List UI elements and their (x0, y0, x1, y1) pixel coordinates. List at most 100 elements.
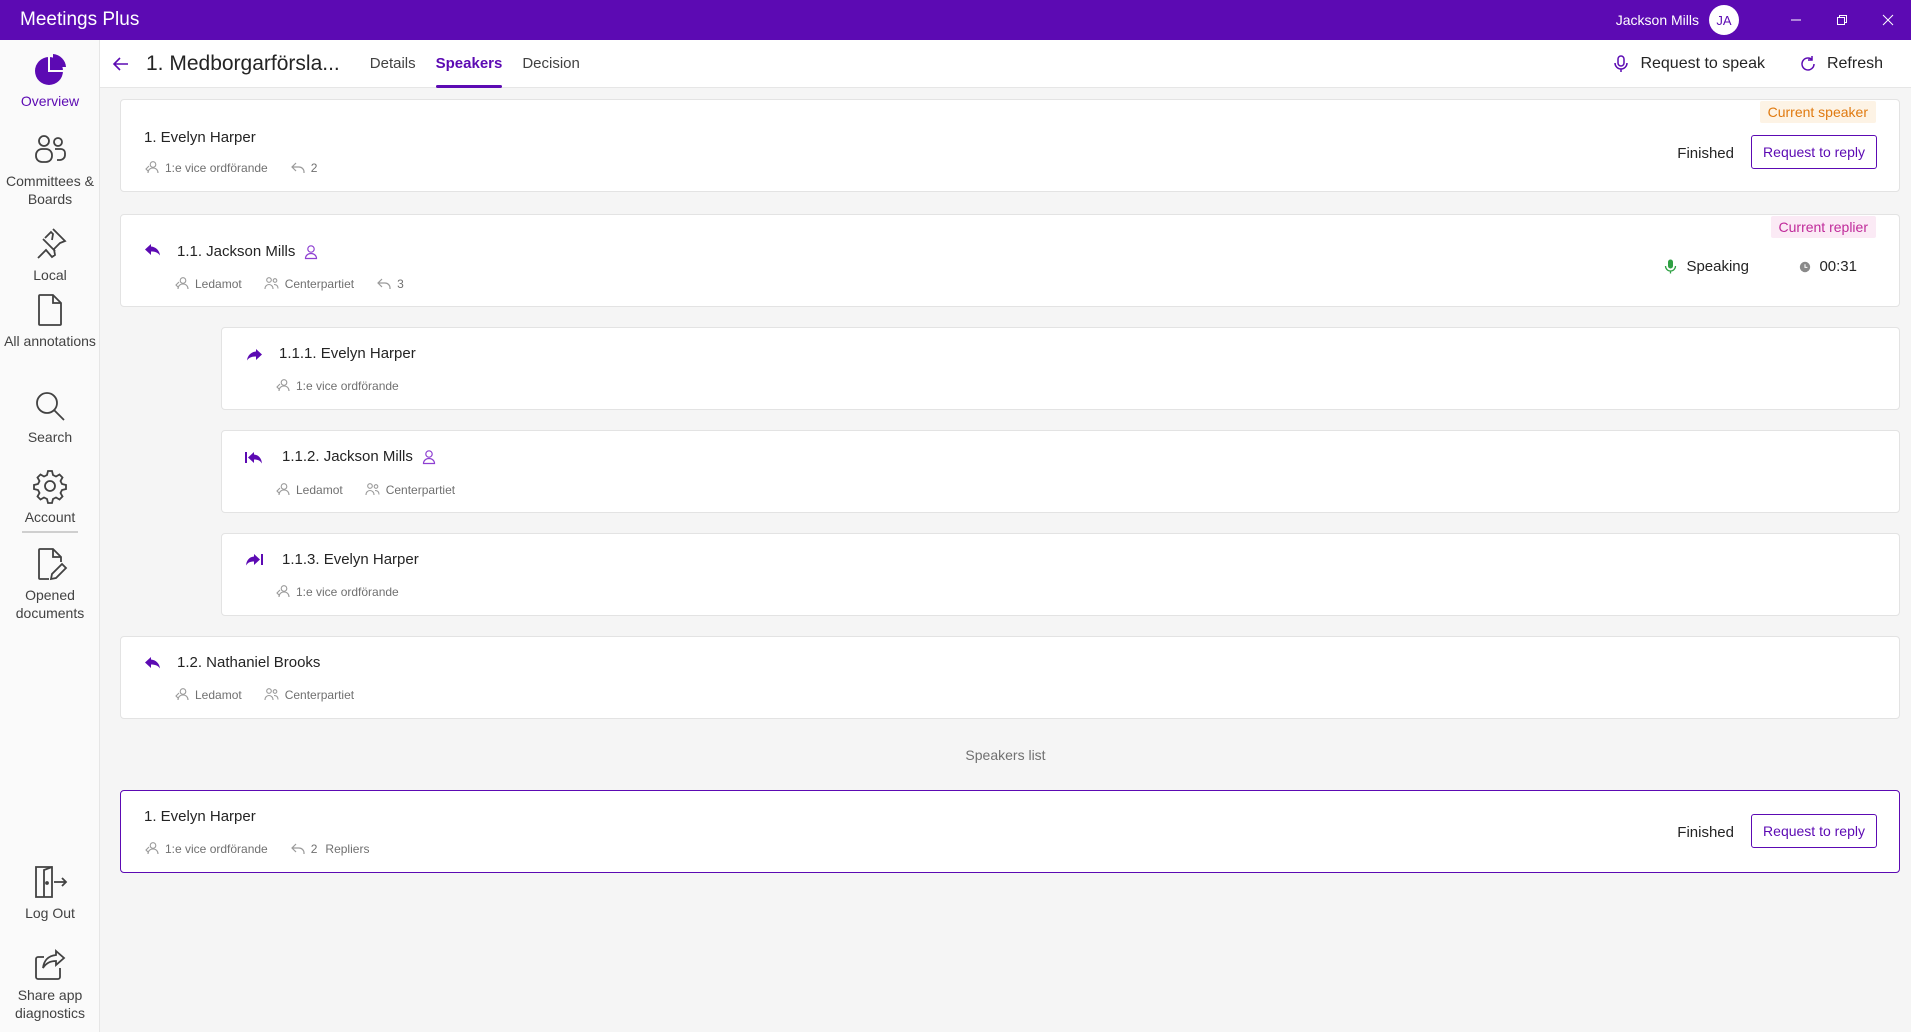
page-title: 1. Medborgarförsla... (146, 51, 340, 75)
sidebar-item-search[interactable]: Search (0, 388, 100, 446)
clock-icon (1800, 261, 1811, 272)
tab-speakers[interactable]: Speakers (426, 40, 513, 88)
person-icon (305, 244, 318, 259)
avatar[interactable]: JA (1709, 5, 1739, 35)
speaker-party: Centerpartiet (264, 276, 354, 291)
current-replier-badge: Current replier (1770, 216, 1876, 238)
status-badge: Finished (1677, 145, 1734, 162)
speaker-card[interactable]: 1.1. Jackson Mills Ledamot Centerpartiet… (120, 214, 1900, 307)
forward-arrow-icon (244, 345, 264, 370)
request-to-reply-button[interactable]: Request to reply (1751, 135, 1877, 169)
person-role-icon (276, 379, 290, 392)
title-bar: Meetings Plus Jackson Mills JA (0, 0, 1911, 40)
sidebar-item-account[interactable]: Account (0, 468, 100, 526)
reply-count: 2 Repliers (290, 841, 370, 856)
reply-icon (290, 843, 305, 854)
logout-icon (35, 866, 68, 898)
status-badge: Finished (1677, 824, 1734, 841)
speaker-card[interactable]: 1.1.3. Evelyn Harper 1:e vice ordförande (221, 533, 1900, 616)
reply-arrow-icon (143, 653, 163, 678)
speaker-name: 1.1.2. Jackson Mills (282, 448, 413, 465)
person-role-icon (276, 483, 290, 496)
speaker-party: Centerpartiet (264, 687, 354, 702)
speakers-list-item[interactable]: 1. Evelyn Harper 1:e vice ordförande 2 R… (120, 790, 1900, 873)
current-speaker-badge: Current speaker (1759, 101, 1876, 123)
speaker-role: Ledamot (275, 482, 343, 497)
close-button[interactable] (1865, 0, 1911, 40)
share-icon (35, 949, 66, 980)
people-icon (365, 483, 380, 496)
speaker-party: Centerpartiet (365, 482, 455, 497)
microphone-icon (1665, 259, 1677, 274)
minimize-button[interactable] (1773, 0, 1819, 40)
arrow-left-icon (112, 56, 128, 71)
request-to-speak-button[interactable]: Request to speak (1612, 55, 1765, 73)
sidebar-divider (22, 531, 78, 533)
speakers-list-heading: Speakers list (965, 747, 1046, 763)
people-icon (264, 277, 279, 290)
sidebar-item-overview[interactable]: Overview (0, 52, 100, 110)
document-edit-icon (38, 548, 68, 581)
speaker-card[interactable]: 1.2. Nathaniel Brooks Ledamot Centerpart… (120, 636, 1900, 719)
speaker-name: 1.1.3. Evelyn Harper (282, 551, 419, 568)
speaker-card[interactable]: 1.1.2. Jackson Mills Ledamot Centerparti… (221, 430, 1900, 513)
pie-chart-icon (35, 54, 66, 85)
tab-decision[interactable]: Decision (512, 40, 590, 88)
sidebar-item-label: Account (24, 509, 76, 525)
speaker-role: 1:e vice ordförande (144, 160, 268, 175)
sidebar-item-label: Share app diagnostics (14, 987, 86, 1021)
sidebar-item-label: All annotations (4, 333, 96, 349)
minimize-icon (1791, 19, 1801, 21)
tab-bar: Details Speakers Decision (360, 40, 590, 88)
sidebar-item-local[interactable]: Local (0, 226, 100, 284)
speaker-card[interactable]: 1.1.1. Evelyn Harper 1:e vice ordförande (221, 327, 1900, 410)
speaking-timer: 00:31 (1799, 258, 1857, 275)
speaker-name: 1.2. Nathaniel Brooks (177, 654, 321, 671)
close-icon (1882, 14, 1894, 26)
restore-button[interactable] (1819, 0, 1865, 40)
user-name[interactable]: Jackson Mills (1616, 12, 1699, 28)
refresh-button[interactable]: Refresh (1799, 55, 1883, 73)
search-icon (36, 392, 65, 421)
microphone-icon (1614, 54, 1629, 72)
speaker-role: 1:e vice ordförande (275, 378, 399, 393)
replies-label: Repliers (325, 841, 370, 856)
pin-icon (37, 228, 67, 259)
tab-details[interactable]: Details (360, 40, 426, 88)
person-role-icon (145, 161, 159, 174)
back-button[interactable] (110, 53, 132, 75)
app-title: Meetings Plus (20, 9, 140, 30)
request-to-speak-label: Request to speak (1640, 54, 1765, 72)
sidebar-item-log-out[interactable]: Log Out (0, 864, 100, 922)
sidebar: Overview Committees & Boards Local All a… (0, 40, 100, 1032)
speaker-card[interactable]: 1. Evelyn Harper 1:e vice ordförande 2 C… (120, 99, 1900, 192)
speaker-role: Ledamot (174, 276, 242, 291)
sidebar-item-committees[interactable]: Committees & Boards (0, 132, 100, 208)
person-role-icon (145, 842, 159, 855)
speaker-name: 1. Evelyn Harper (144, 129, 256, 146)
refresh-label: Refresh (1826, 54, 1883, 72)
sidebar-item-label: Log Out (25, 905, 75, 921)
speaker-name: 1. Evelyn Harper (144, 808, 256, 825)
sidebar-item-label: Overview (20, 93, 80, 109)
speaking-status: Speaking (1663, 258, 1749, 275)
sidebar-item-opened-documents[interactable]: Opened documents (0, 546, 100, 622)
request-to-reply-button[interactable]: Request to reply (1751, 814, 1877, 848)
person-role-icon (175, 277, 189, 290)
reply-all-arrow-icon (244, 448, 264, 473)
sidebar-item-all-annotations[interactable]: All annotations (0, 292, 100, 350)
person-role-icon (276, 585, 290, 598)
refresh-icon (1801, 55, 1815, 71)
person-role-icon (175, 688, 189, 701)
page-header: 1. Medborgarförsla... Details Speakers D… (100, 40, 1911, 88)
speaker-role: 1:e vice ordförande (275, 584, 399, 599)
speaker-name: 1.1. Jackson Mills (177, 243, 296, 260)
reply-count: 2 (290, 160, 317, 175)
speaker-name: 1.1.1. Evelyn Harper (279, 345, 416, 362)
reply-arrow-icon (143, 240, 163, 265)
sidebar-item-share-diagnostics[interactable]: Share app diagnostics (0, 946, 100, 1022)
reply-count: 3 (376, 276, 404, 291)
speaker-role: Ledamot (174, 687, 242, 702)
reply-icon (290, 162, 305, 173)
sidebar-item-label: Search (27, 429, 73, 445)
